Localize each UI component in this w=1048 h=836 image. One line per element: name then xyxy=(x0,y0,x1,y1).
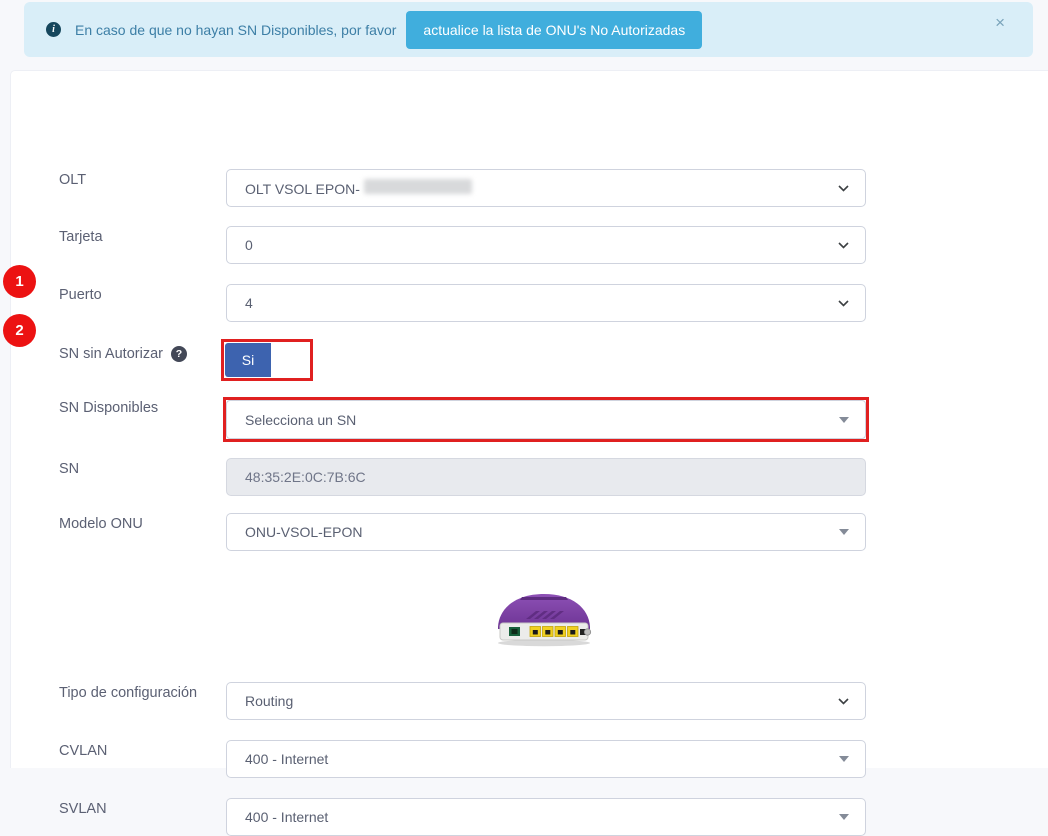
sn-value: 48:35:2E:0C:7B:6C xyxy=(245,469,849,485)
chevron-down-icon xyxy=(838,242,849,249)
puerto-label: Puerto xyxy=(59,287,102,303)
cvlan-select[interactable]: 400 - Internet xyxy=(226,740,866,778)
modelo-onu-select[interactable]: ONU-VSOL-EPON xyxy=(226,513,866,551)
toggle-off-side xyxy=(271,343,309,377)
dropdown-arrow-icon xyxy=(839,417,849,423)
info-icon: i xyxy=(46,22,61,37)
chevron-down-icon xyxy=(838,300,849,307)
puerto-select[interactable]: 4 xyxy=(226,284,866,322)
chevron-down-icon xyxy=(838,698,849,705)
update-unauthorized-onu-list-button[interactable]: actualice la lista de ONU's No Autorizad… xyxy=(406,11,702,49)
olt-select[interactable]: OLT VSOL EPON- xyxy=(226,169,866,207)
sn-disponibles-placeholder: Selecciona un SN xyxy=(245,412,839,428)
highlight-frame-sn-disponibles: Selecciona un SN xyxy=(223,397,869,442)
cvlan-value: 400 - Internet xyxy=(245,751,839,767)
onu-provisioning-form: OLT OLT VSOL EPON- Tarjeta 0 Puerto 4 SN… xyxy=(10,70,1048,768)
svlan-label: SVLAN xyxy=(59,801,107,817)
info-banner: i En caso de que no hayan SN Disponibles… xyxy=(24,2,1033,57)
cvlan-label: CVLAN xyxy=(59,743,107,759)
tipo-configuracion-value: Routing xyxy=(245,693,838,709)
sn-input: 48:35:2E:0C:7B:6C xyxy=(226,458,866,496)
sn-disponibles-select[interactable]: Selecciona un SN xyxy=(226,400,866,439)
help-icon[interactable]: ? xyxy=(171,346,187,362)
olt-value: OLT VSOL EPON- xyxy=(245,179,838,197)
close-icon[interactable]: × xyxy=(989,13,1011,32)
tarjeta-label: Tarjeta xyxy=(59,229,103,245)
chevron-down-icon xyxy=(838,185,849,192)
modelo-onu-label: Modelo ONU xyxy=(59,516,143,532)
dropdown-arrow-icon xyxy=(839,814,849,820)
tipo-configuracion-select[interactable]: Routing xyxy=(226,682,866,720)
tipo-configuracion-label: Tipo de configuración xyxy=(59,685,197,701)
sn-sin-autorizar-toggle[interactable]: Si xyxy=(225,343,309,377)
svlan-value: 400 - Internet xyxy=(245,809,839,825)
tarjeta-select[interactable]: 0 xyxy=(226,226,866,264)
modelo-onu-value: ONU-VSOL-EPON xyxy=(245,524,839,540)
puerto-value: 4 xyxy=(245,295,838,311)
highlight-frame-toggle: Si xyxy=(221,339,313,381)
sn-disponibles-label: SN Disponibles xyxy=(59,400,158,416)
tarjeta-value: 0 xyxy=(245,237,838,253)
sn-sin-autorizar-label: SN sin Autorizar ? xyxy=(59,346,187,362)
dropdown-arrow-icon xyxy=(839,756,849,762)
step-badge-2: 2 xyxy=(3,314,36,347)
dropdown-arrow-icon xyxy=(839,529,849,535)
olt-label: OLT xyxy=(59,172,86,188)
svlan-select[interactable]: 400 - Internet xyxy=(226,798,866,836)
onu-device-image xyxy=(484,579,604,651)
banner-message: En caso de que no hayan SN Disponibles, … xyxy=(75,22,396,38)
toggle-on-label: Si xyxy=(225,343,271,377)
sn-label: SN xyxy=(59,461,79,477)
redacted-olt-name xyxy=(364,179,472,194)
step-badge-1: 1 xyxy=(3,265,36,298)
